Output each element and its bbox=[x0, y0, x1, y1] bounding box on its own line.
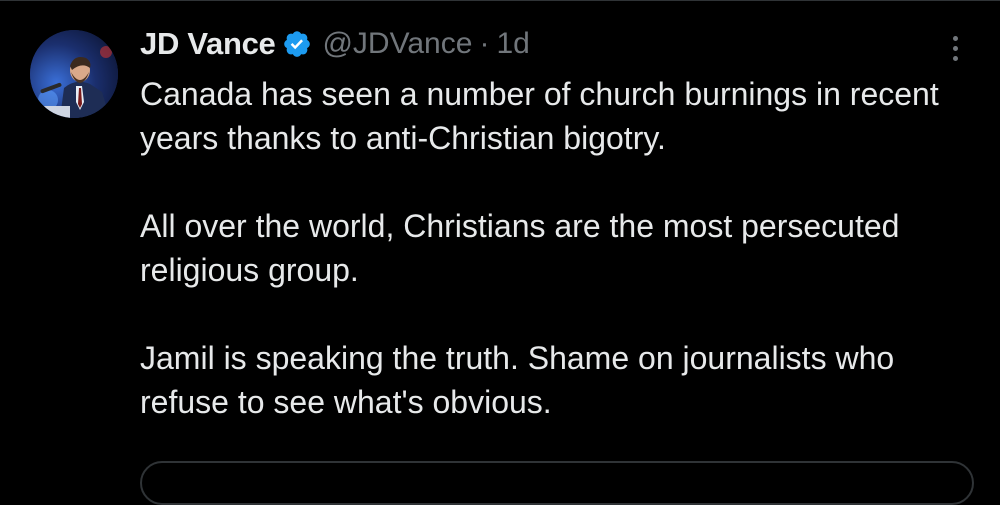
separator-dot: · bbox=[479, 27, 490, 60]
tweet-paragraph: All over the world, Christians are the m… bbox=[140, 208, 900, 288]
tweet-text: Canada has seen a number of church burni… bbox=[140, 72, 960, 424]
more-dot bbox=[952, 55, 958, 61]
avatar[interactable] bbox=[30, 30, 118, 118]
verified-badge-icon[interactable] bbox=[282, 29, 312, 59]
display-name[interactable]: JD Vance bbox=[140, 26, 276, 62]
tweet-paragraph: Canada has seen a number of church burni… bbox=[140, 76, 939, 156]
tweet-paragraph: Jamil is speaking the truth. Shame on jo… bbox=[140, 340, 895, 420]
tweet[interactable]: JD Vance @JDVance · 1d Canada has seen a… bbox=[0, 0, 1000, 505]
avatar-image bbox=[30, 30, 118, 118]
tweet-header: JD Vance @JDVance · 1d bbox=[140, 22, 530, 66]
more-vertical-icon[interactable] bbox=[940, 28, 970, 68]
more-dot bbox=[952, 35, 958, 41]
timestamp[interactable]: 1d bbox=[496, 27, 529, 61]
handle[interactable]: @JDVance bbox=[322, 27, 472, 61]
more-dot bbox=[952, 45, 958, 51]
